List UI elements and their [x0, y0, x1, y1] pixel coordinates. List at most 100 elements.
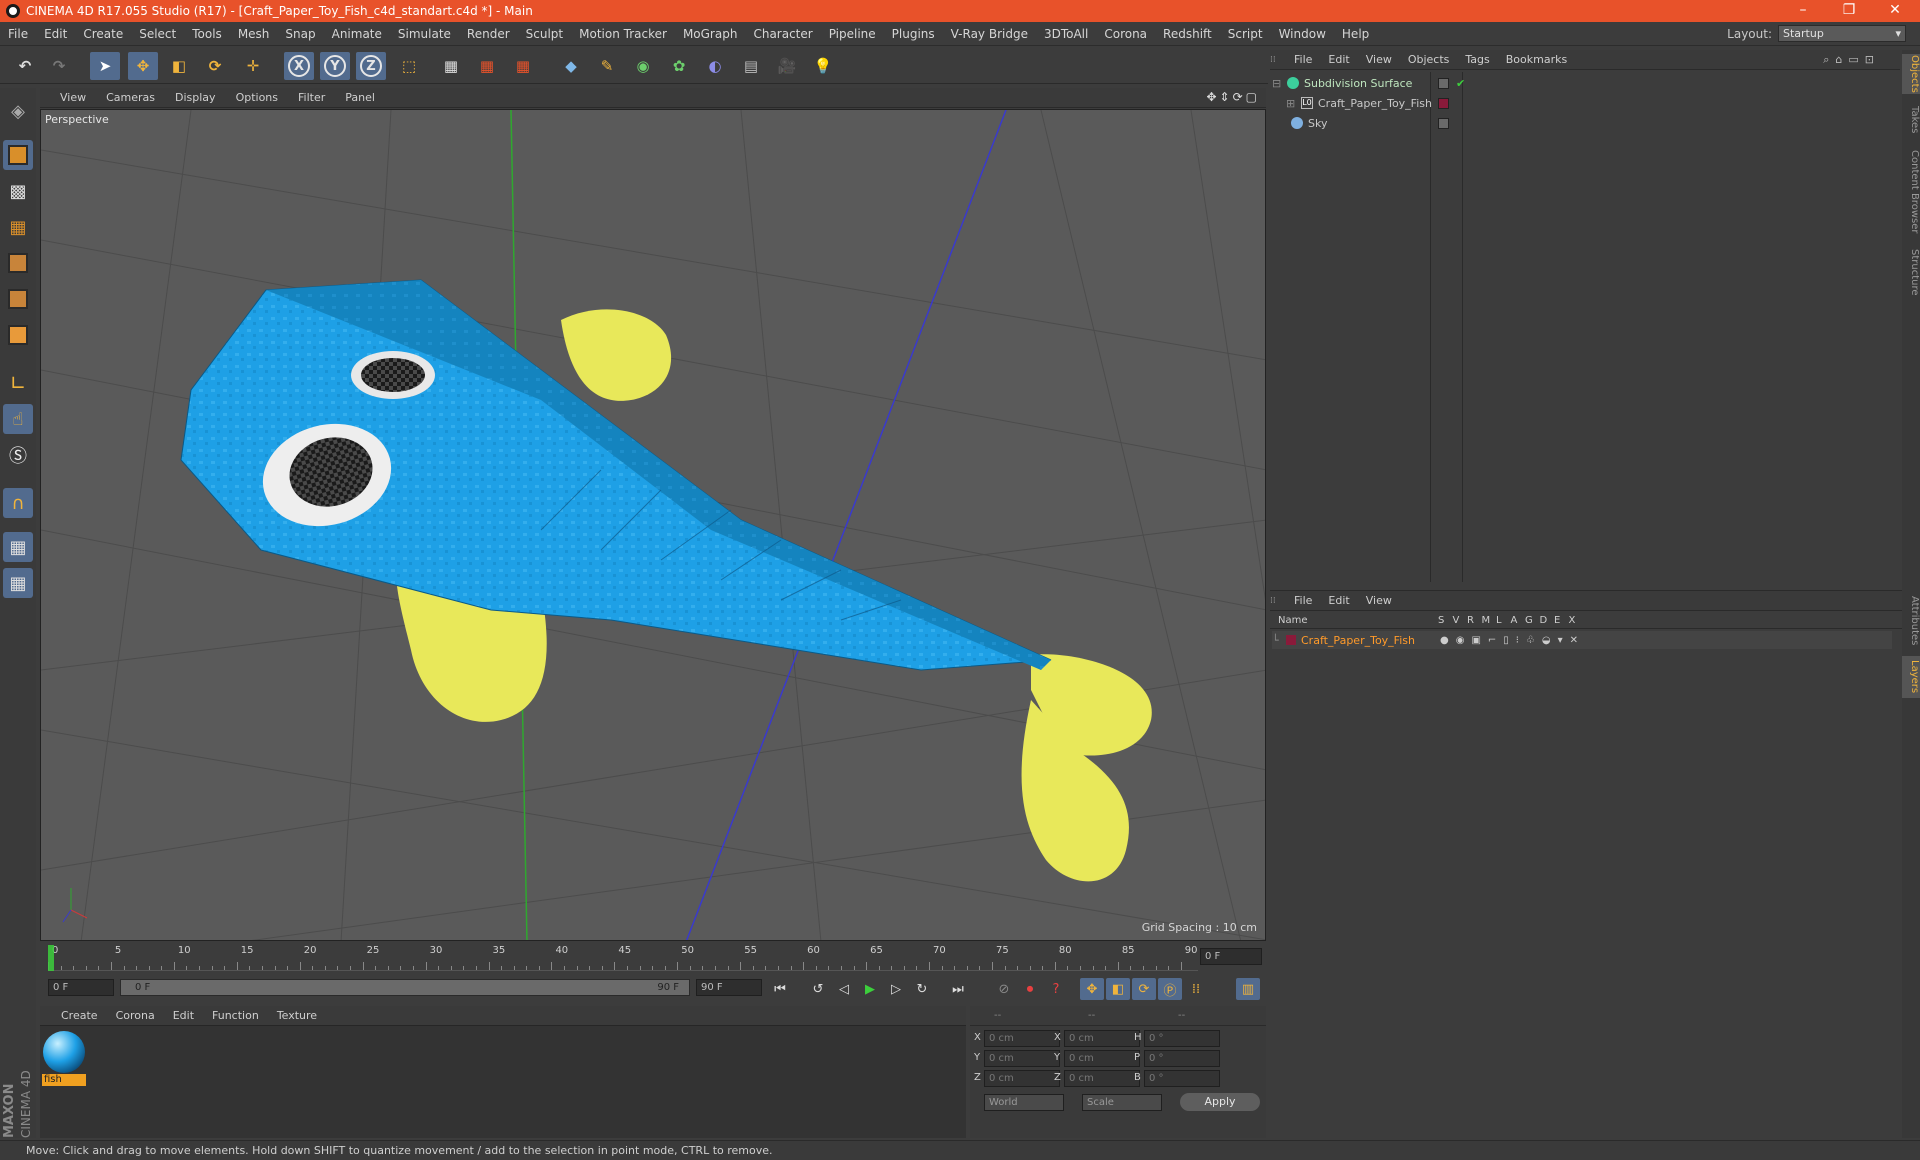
goto-start-icon[interactable]: ⏮: [768, 978, 792, 1000]
menu-character[interactable]: Character: [745, 27, 820, 41]
menu-plugins[interactable]: Plugins: [884, 27, 943, 41]
coord-position-field[interactable]: 0 cm: [984, 1050, 1060, 1067]
layer-flag-icons[interactable]: ●◉▣⌐▯⁝♧◒▾✕: [1440, 635, 1585, 646]
material-menu-corona[interactable]: Corona: [107, 1009, 164, 1022]
lock-workplane-icon[interactable]: ▦: [3, 532, 33, 562]
live-select-icon[interactable]: ✛: [238, 52, 268, 80]
key-position-icon[interactable]: ✥: [1080, 978, 1104, 1000]
coord-position-field[interactable]: 0 cm: [984, 1030, 1060, 1047]
undo-icon[interactable]: ↶: [10, 52, 40, 80]
menu-3dtoall[interactable]: 3DToAll: [1036, 27, 1096, 41]
tab-attributes[interactable]: Attributes: [1902, 590, 1920, 652]
viewport-menu-panel[interactable]: Panel: [335, 91, 385, 104]
play-icon[interactable]: ▶: [858, 978, 882, 1000]
tab-content-browser[interactable]: Content Browser: [1902, 146, 1920, 238]
layer-column-header[interactable]: V: [1453, 615, 1460, 626]
key-parameter-icon[interactable]: Ⓟ: [1158, 978, 1182, 1000]
menu-mesh[interactable]: Mesh: [230, 27, 278, 41]
coordinate-system-icon[interactable]: ⬚: [394, 52, 424, 80]
object-row-sky[interactable]: Sky: [1272, 114, 1892, 132]
menu-redshift[interactable]: Redshift: [1155, 27, 1220, 41]
move-tool-icon[interactable]: ✥: [128, 52, 158, 80]
close-button[interactable]: ✕: [1872, 0, 1918, 22]
layer-row[interactable]: └ Craft_Paper_Toy_Fish ●◉▣⌐▯⁝♧◒▾✕: [1272, 631, 1892, 649]
render-settings-icon[interactable]: ▦: [508, 52, 538, 80]
material-menu-edit[interactable]: Edit: [164, 1009, 203, 1022]
layer-column-header[interactable]: M: [1482, 615, 1491, 626]
deformer-icon[interactable]: ◐: [700, 52, 730, 80]
layer-tag-icon[interactable]: [1438, 77, 1449, 89]
menu-select[interactable]: Select: [131, 27, 184, 41]
menu-tools[interactable]: Tools: [184, 27, 230, 41]
coord-system-dropdown[interactable]: World: [984, 1094, 1064, 1111]
magnet-icon[interactable]: ∩: [3, 488, 33, 518]
coord-rotation-field[interactable]: 0 °: [1144, 1030, 1220, 1047]
layer-column-header[interactable]: R: [1467, 615, 1474, 626]
x-axis-lock-button[interactable]: X: [284, 52, 314, 80]
polygons-mode-icon[interactable]: [3, 320, 33, 350]
prev-key-icon[interactable]: ↺: [806, 978, 830, 1000]
tab-objects[interactable]: Objects: [1902, 54, 1920, 94]
menu-render[interactable]: Render: [459, 27, 518, 41]
menu-motion-tracker[interactable]: Motion Tracker: [571, 27, 675, 41]
coord-size-field[interactable]: 0 cm: [1064, 1050, 1140, 1067]
pen-spline-icon[interactable]: ✎: [592, 52, 622, 80]
timeline-window-icon[interactable]: ▥: [1236, 978, 1260, 1000]
workplane-mode-icon[interactable]: ▦: [3, 212, 33, 242]
objmenu-tags[interactable]: Tags: [1457, 53, 1497, 66]
tab-takes[interactable]: Takes: [1902, 102, 1920, 138]
goto-end-icon[interactable]: ⏭: [946, 978, 970, 1000]
layer-tag-icon[interactable]: [1438, 117, 1449, 129]
floor-icon[interactable]: ▤: [736, 52, 766, 80]
points-mode-icon[interactable]: [3, 248, 33, 278]
keyframe-selection-icon[interactable]: ⊘: [992, 978, 1016, 1000]
coord-rotation-field[interactable]: 0 °: [1144, 1070, 1220, 1087]
layer-column-header[interactable]: Name: [1278, 615, 1308, 626]
next-key-icon[interactable]: ↻: [910, 978, 934, 1000]
material-menu-create[interactable]: Create: [52, 1009, 107, 1022]
menu-pipeline[interactable]: Pipeline: [821, 27, 884, 41]
layer-column-header[interactable]: G: [1525, 615, 1533, 626]
viewport-menu-view[interactable]: View: [50, 91, 96, 104]
layer-column-header[interactable]: L: [1496, 615, 1502, 626]
3d-viewport[interactable]: Perspective Grid Spacing : 10 cm: [40, 109, 1266, 941]
layermenu-view[interactable]: View: [1358, 594, 1400, 607]
enabled-check-icon[interactable]: ✔: [1456, 77, 1465, 90]
edges-mode-icon[interactable]: [3, 284, 33, 314]
layer-column-header[interactable]: E: [1554, 615, 1560, 626]
texture-mode-icon[interactable]: ▩: [3, 176, 33, 206]
layer-column-header[interactable]: D: [1540, 615, 1548, 626]
timeline-ruler[interactable]: 0 5 10 15 20 25 30 35 40 45 50 55 60 65 70 75 80 85 90 0 F: [40, 943, 1266, 973]
frame-range-slider[interactable]: 0 F 90 F: [120, 979, 690, 996]
tweak-mode-icon[interactable]: ☝: [3, 404, 33, 434]
menu-snap[interactable]: Snap: [277, 27, 323, 41]
object-row-subdivision[interactable]: ⊟ Subdivision Surface ✔: [1272, 74, 1892, 92]
tab-layers[interactable]: Layers: [1902, 656, 1920, 698]
menu-script[interactable]: Script: [1220, 27, 1271, 41]
layer-color-icon[interactable]: [1286, 635, 1296, 645]
camera-icon[interactable]: 🎥: [772, 52, 802, 80]
coord-position-field[interactable]: 0 cm: [984, 1070, 1060, 1087]
make-editable-icon[interactable]: ◈: [3, 96, 33, 126]
menu-help[interactable]: Help: [1334, 27, 1377, 41]
z-axis-lock-button[interactable]: Z: [356, 52, 386, 80]
tab-structure[interactable]: Structure: [1902, 244, 1920, 300]
menu-edit[interactable]: Edit: [36, 27, 75, 41]
playhead[interactable]: [48, 945, 54, 971]
prev-frame-icon[interactable]: ◁: [832, 978, 856, 1000]
current-frame-field[interactable]: 0 F: [1200, 948, 1262, 965]
layer-color-icon[interactable]: [1438, 97, 1449, 109]
select-arrow-icon[interactable]: ➤: [90, 52, 120, 80]
menu-vray-bridge[interactable]: V-Ray Bridge: [943, 27, 1036, 41]
autokey-icon[interactable]: ?: [1044, 978, 1068, 1000]
layer-column-header[interactable]: A: [1511, 615, 1518, 626]
key-rotation-icon[interactable]: ⟳: [1132, 978, 1156, 1000]
material-menu-function[interactable]: Function: [203, 1009, 268, 1022]
cube-primitive-icon[interactable]: ◆: [556, 52, 586, 80]
coord-mode-dropdown[interactable]: Scale: [1082, 1094, 1162, 1111]
objmenu-view[interactable]: View: [1358, 53, 1400, 66]
coord-size-field[interactable]: 0 cm: [1064, 1030, 1140, 1047]
render-view-icon[interactable]: ▦: [436, 52, 466, 80]
redo-icon[interactable]: ↷: [44, 52, 74, 80]
menu-create[interactable]: Create: [75, 27, 131, 41]
